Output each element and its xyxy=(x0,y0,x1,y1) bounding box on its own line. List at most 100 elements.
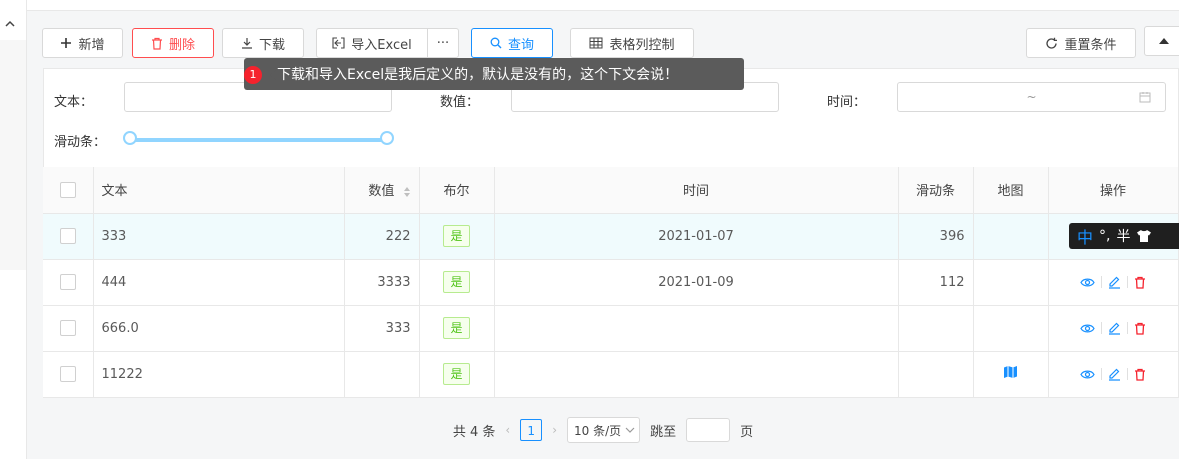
more-button[interactable]: ··· xyxy=(427,28,459,58)
time-filter-label: 时间： xyxy=(827,95,867,110)
jump-page-input[interactable] xyxy=(686,418,731,442)
cell-actions xyxy=(1048,259,1179,306)
bool-tag: 是 xyxy=(443,317,470,339)
delete-icon[interactable] xyxy=(1134,368,1146,381)
sidebar-panel xyxy=(0,40,26,270)
add-button[interactable]: 新增 xyxy=(42,28,123,58)
skin-shirt-icon[interactable] xyxy=(1136,229,1152,243)
reset-button-label: 重置条件 xyxy=(1064,37,1117,53)
pagination: 共 4 条 ‹ 1 › 10 条/页 跳至 页 xyxy=(27,416,1179,444)
row-checkbox[interactable] xyxy=(59,320,76,336)
slider-filter-label: 滑动条： xyxy=(54,135,107,150)
cell-number: 222 xyxy=(344,213,420,260)
delete-button[interactable]: 删除 xyxy=(132,28,214,58)
top-strip xyxy=(27,0,1179,11)
map-icon[interactable] xyxy=(1003,365,1018,379)
text-filter-label: 文本： xyxy=(54,95,94,110)
left-sidebar xyxy=(0,0,27,459)
table-row[interactable]: 333 222 是 2021-01-07 396 xyxy=(43,213,1179,260)
select-all-checkbox[interactable] xyxy=(59,181,76,198)
row-checkbox[interactable] xyxy=(59,228,76,244)
collapse-filter-button[interactable] xyxy=(1144,26,1179,56)
header-bool[interactable]: 布尔 xyxy=(419,167,495,214)
cell-number: 333 xyxy=(344,305,420,352)
cell-bool: 是 xyxy=(419,213,495,260)
edit-icon[interactable] xyxy=(1108,322,1121,335)
more-icon: ··· xyxy=(436,35,450,51)
cell-slider: 396 xyxy=(898,213,974,260)
action-divider xyxy=(1127,276,1128,288)
prev-page-icon[interactable]: ‹ xyxy=(505,423,510,437)
action-divider xyxy=(1101,322,1102,334)
cell-time: 2021-01-09 xyxy=(494,259,899,306)
delete-icon[interactable] xyxy=(1134,276,1146,289)
table-row[interactable]: 666.0 333 是 xyxy=(43,305,1179,352)
action-divider xyxy=(1101,368,1102,380)
delete-button-label: 删除 xyxy=(168,37,195,53)
page-1-button[interactable]: 1 xyxy=(520,419,543,441)
row-select-cell xyxy=(43,259,94,306)
cell-bool: 是 xyxy=(419,259,495,306)
import-excel-button[interactable]: 导入Excel xyxy=(316,28,428,58)
search-icon xyxy=(490,37,502,49)
view-icon[interactable] xyxy=(1080,277,1095,288)
download-button[interactable]: 下载 xyxy=(222,28,304,58)
ime-punctuation-indicator[interactable]: °, xyxy=(1099,228,1110,244)
number-filter-label: 数值： xyxy=(440,95,480,110)
cell-number: 3333 xyxy=(344,259,420,306)
slider-handle-max[interactable] xyxy=(380,131,394,145)
cell-time xyxy=(494,305,899,352)
table-icon xyxy=(589,37,603,49)
header-map[interactable]: 地图 xyxy=(973,167,1049,214)
cell-time xyxy=(494,351,899,398)
column-control-button[interactable]: 表格列控制 xyxy=(570,28,694,58)
next-page-icon[interactable]: › xyxy=(552,423,557,437)
view-icon[interactable] xyxy=(1080,369,1095,380)
date-range-separator: ~ xyxy=(1026,90,1037,104)
ime-language-indicator[interactable]: 中 xyxy=(1077,224,1093,248)
sort-icon[interactable] xyxy=(403,186,411,198)
cell-slider xyxy=(898,351,974,398)
header-time[interactable]: 时间 xyxy=(494,167,899,214)
import-icon xyxy=(332,37,345,49)
cell-text: 444 xyxy=(93,259,345,306)
row-checkbox[interactable] xyxy=(59,366,76,382)
bool-tag: 是 xyxy=(443,271,470,293)
time-range-picker[interactable]: ~ xyxy=(897,82,1166,112)
refresh-icon xyxy=(1046,37,1058,49)
row-select-cell xyxy=(43,213,94,260)
chevron-up-icon[interactable] xyxy=(4,18,16,30)
ime-toolbar[interactable]: 中 °, 半 xyxy=(1069,223,1179,249)
cell-slider: 112 xyxy=(898,259,974,306)
cell-map xyxy=(973,351,1049,398)
reset-button[interactable]: 重置条件 xyxy=(1026,28,1136,58)
cell-time: 2021-01-07 xyxy=(494,213,899,260)
row-checkbox[interactable] xyxy=(59,274,76,290)
cell-number xyxy=(344,351,420,398)
cell-bool: 是 xyxy=(419,305,495,352)
header-actions: 操作 xyxy=(1048,167,1179,214)
header-number[interactable]: 数值 xyxy=(344,167,420,214)
edit-icon[interactable] xyxy=(1108,276,1121,289)
tooltip-text: 下载和导入Excel是我后定义的，默认是没有的，这个下文会说！ xyxy=(277,67,679,83)
notification-badge: 1 xyxy=(244,66,262,84)
ime-width-indicator[interactable]: 半 xyxy=(1116,226,1130,246)
header-text[interactable]: 文本 xyxy=(93,167,345,214)
row-select-cell xyxy=(43,305,94,352)
slider-handle-min[interactable] xyxy=(123,131,137,145)
plus-icon xyxy=(61,38,72,48)
page-size-select[interactable]: 10 条/页 xyxy=(567,417,641,443)
table-row[interactable]: 444 3333 是 2021-01-09 112 xyxy=(43,259,1179,306)
data-table: 文本 数值 布尔 时间 滑动条 地图 操作 333 222 是 2021-01-… xyxy=(43,167,1179,398)
delete-icon[interactable] xyxy=(1134,322,1146,335)
action-divider xyxy=(1127,322,1128,334)
cell-actions xyxy=(1048,351,1179,398)
edit-icon[interactable] xyxy=(1108,368,1121,381)
view-icon[interactable] xyxy=(1080,323,1095,334)
query-button[interactable]: 查询 xyxy=(471,28,553,58)
action-divider xyxy=(1101,276,1102,288)
table-row[interactable]: 11222 是 xyxy=(43,351,1179,398)
header-slider[interactable]: 滑动条 xyxy=(898,167,974,214)
slider-track[interactable] xyxy=(129,138,389,142)
cell-text: 333 xyxy=(93,213,345,260)
